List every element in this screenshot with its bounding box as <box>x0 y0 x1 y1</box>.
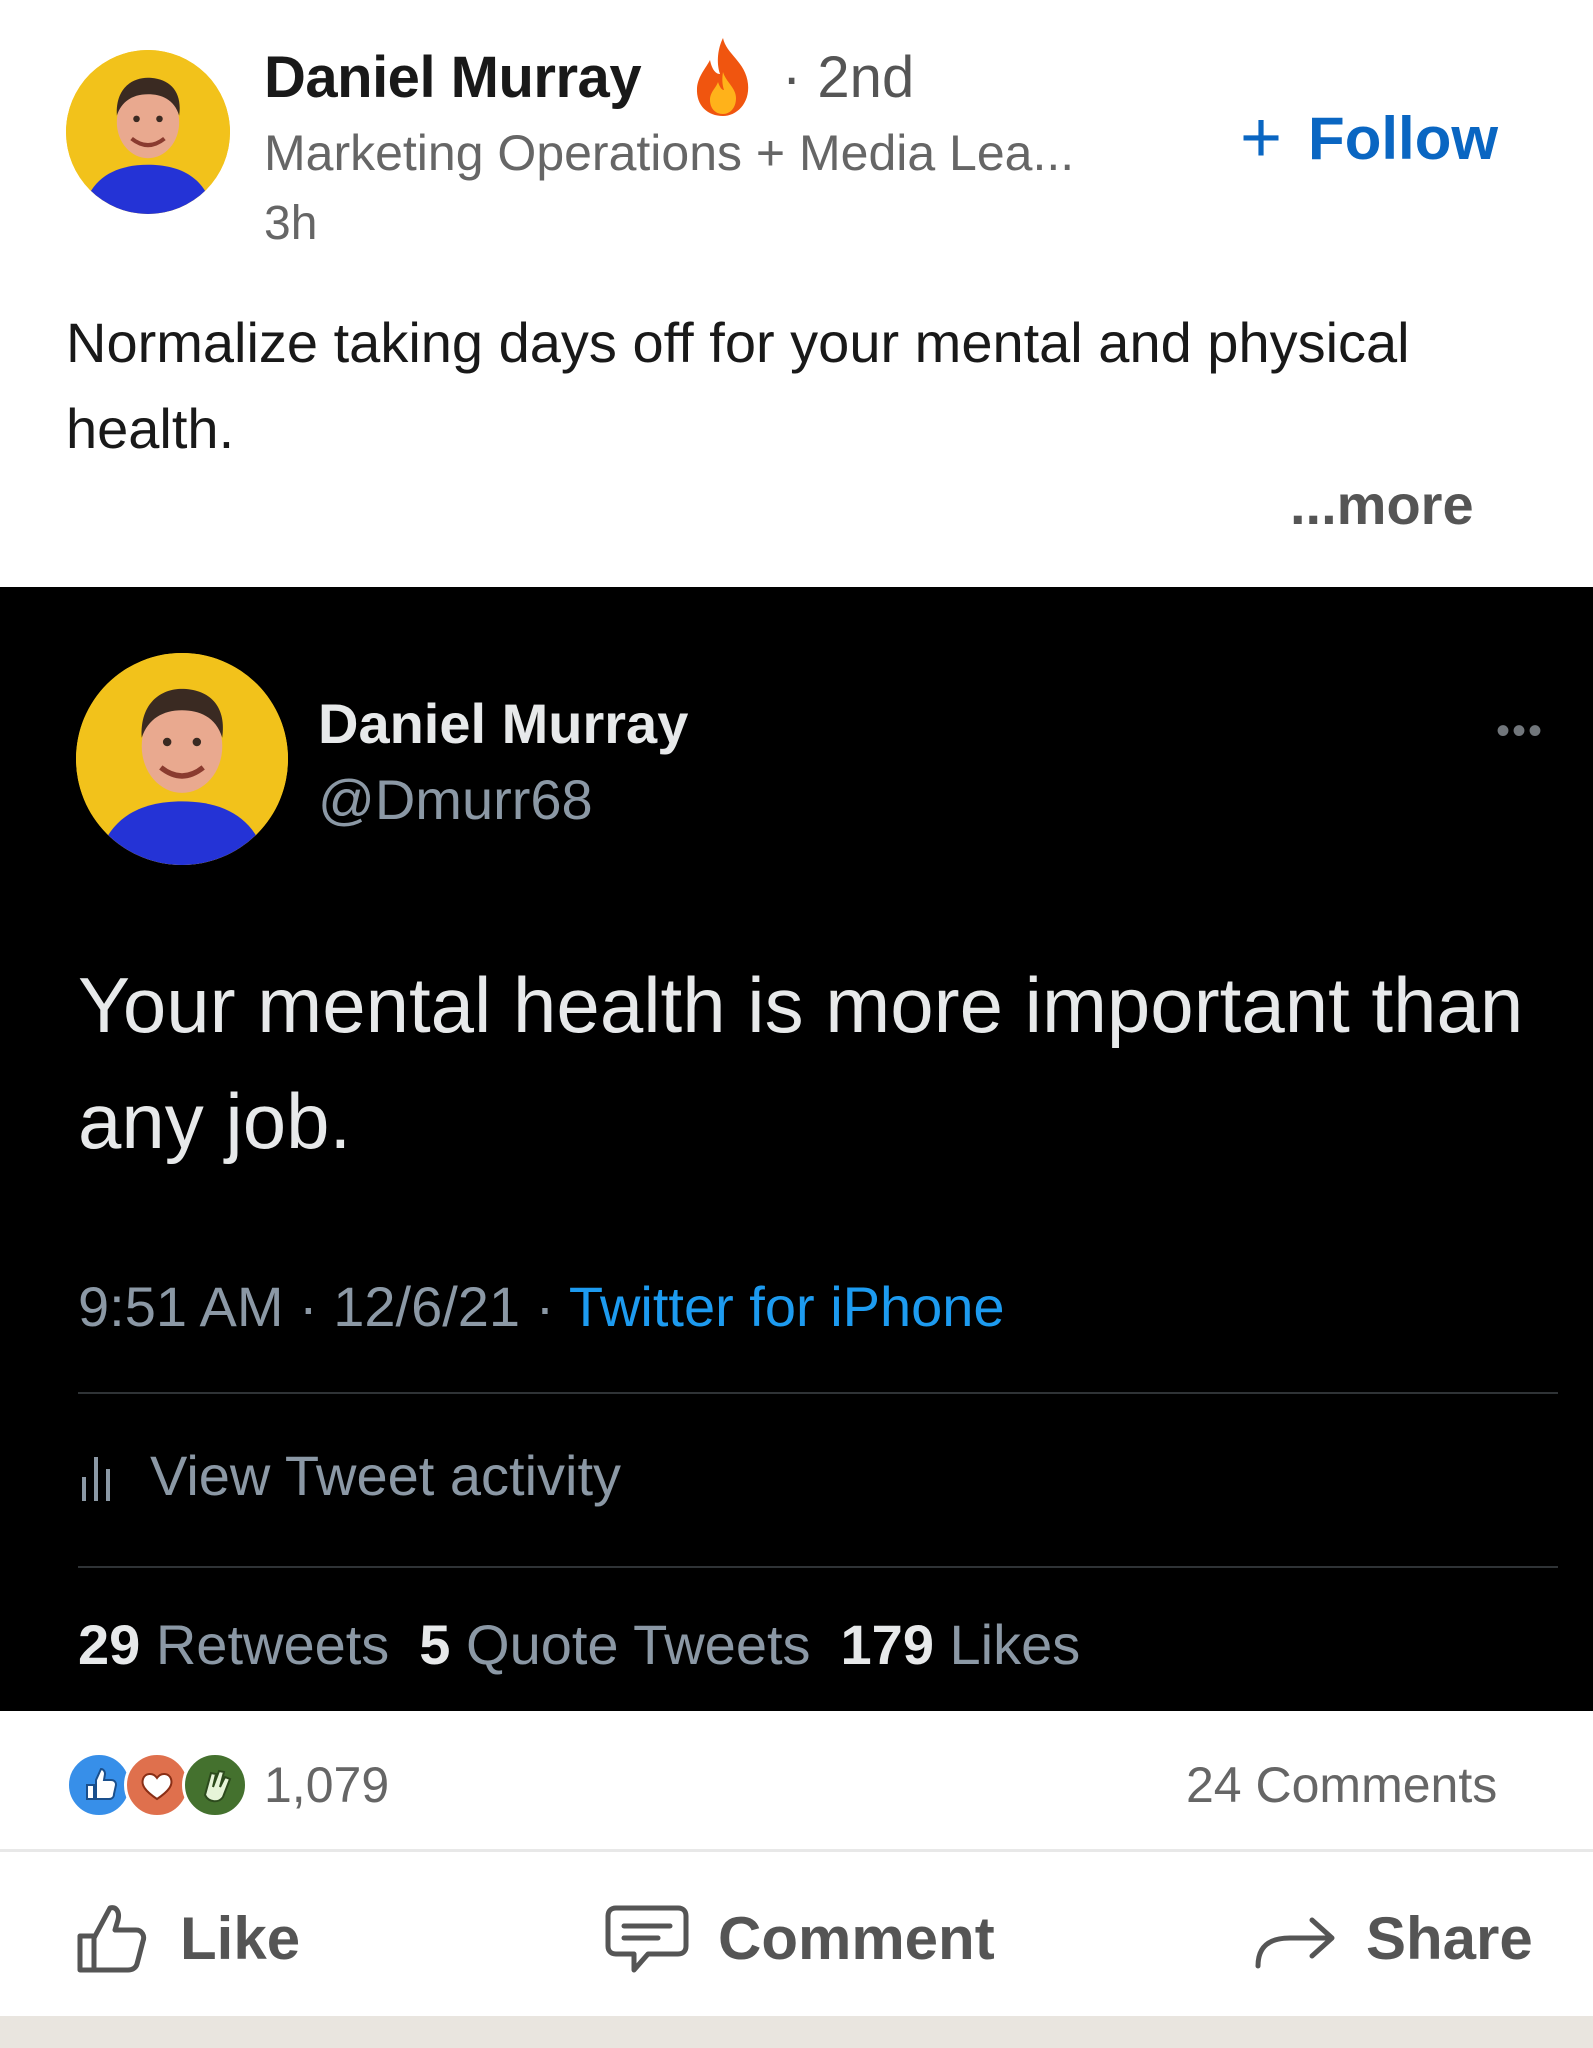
thumbs-up-icon <box>77 1905 147 1973</box>
fire-icon <box>690 36 756 118</box>
tweet-source: Twitter for iPhone <box>568 1275 1005 1338</box>
quotes-label: Quote Tweets <box>466 1613 811 1676</box>
follow-label: Follow <box>1308 104 1499 172</box>
avatar-image <box>66 50 230 214</box>
bar-chart-icon <box>82 1456 110 1501</box>
tweet-avatar <box>76 653 288 865</box>
author-avatar[interactable] <box>66 50 230 214</box>
see-more-link[interactable]: ...more <box>1290 472 1474 537</box>
tweet-divider <box>78 1566 1558 1568</box>
like-button[interactable]: Like <box>70 1896 300 1980</box>
tweet-activity-label: View Tweet activity <box>150 1444 622 1507</box>
feed-separator <box>0 2016 1593 2048</box>
comment-label: Comment <box>718 1904 995 1972</box>
tweet-divider <box>78 1392 1558 1394</box>
share-icon <box>1255 1917 1335 1969</box>
love-reaction-icon <box>124 1752 190 1818</box>
avatar-image <box>76 653 288 865</box>
tweet-image[interactable]: Daniel Murray @Dmurr68 ••• Your mental h… <box>0 587 1593 1711</box>
tweet-meta: 9:51 AM · 12/6/21 · Twitter for iPhone <box>78 1274 1005 1339</box>
retweets-label: Retweets <box>155 1613 390 1676</box>
post-timestamp: 3h <box>264 197 318 250</box>
actions-divider <box>0 1849 1593 1852</box>
more-options-icon: ••• <box>1496 709 1545 753</box>
quotes-count: 5 <box>419 1613 451 1676</box>
connection-degree: · 2nd <box>782 45 915 110</box>
tweet-author-name: Daniel Murray <box>318 692 689 755</box>
likes-label: Likes <box>949 1613 1081 1676</box>
share-button[interactable]: Share <box>1250 1896 1533 1980</box>
comments-count[interactable]: 24 Comments <box>1186 1756 1497 1814</box>
share-label: Share <box>1366 1904 1533 1972</box>
tweet-stats: 29 Retweets 5 Quote Tweets 179 Likes <box>78 1612 1080 1677</box>
reactions-count: 1,079 <box>264 1757 390 1813</box>
post-text: Normalize taking days off for your menta… <box>66 311 1410 460</box>
tweet-time: 9:51 AM · 12/6/21 · <box>78 1275 569 1338</box>
celebrate-reaction-icon <box>182 1752 248 1818</box>
comment-button[interactable]: Comment <box>602 1896 995 1980</box>
tweet-text: Your mental health is more important tha… <box>78 961 1524 1165</box>
likes-count: 179 <box>840 1613 934 1676</box>
author-headline: Marketing Operations + Media Lea... <box>264 125 1075 181</box>
tweet-handle: @Dmurr68 <box>318 768 593 831</box>
author-name[interactable]: Daniel Murray <box>264 44 642 111</box>
retweets-count: 29 <box>78 1613 141 1676</box>
like-label: Like <box>180 1904 301 1972</box>
like-reaction-icon <box>66 1752 132 1818</box>
plus-icon: + <box>1240 98 1283 178</box>
tweet-activity: View Tweet activity <box>78 1443 621 1508</box>
reactions-summary[interactable]: 1,079 <box>66 1752 389 1818</box>
follow-button[interactable]: + Follow <box>1240 98 1498 178</box>
comment-icon <box>605 1905 689 1973</box>
